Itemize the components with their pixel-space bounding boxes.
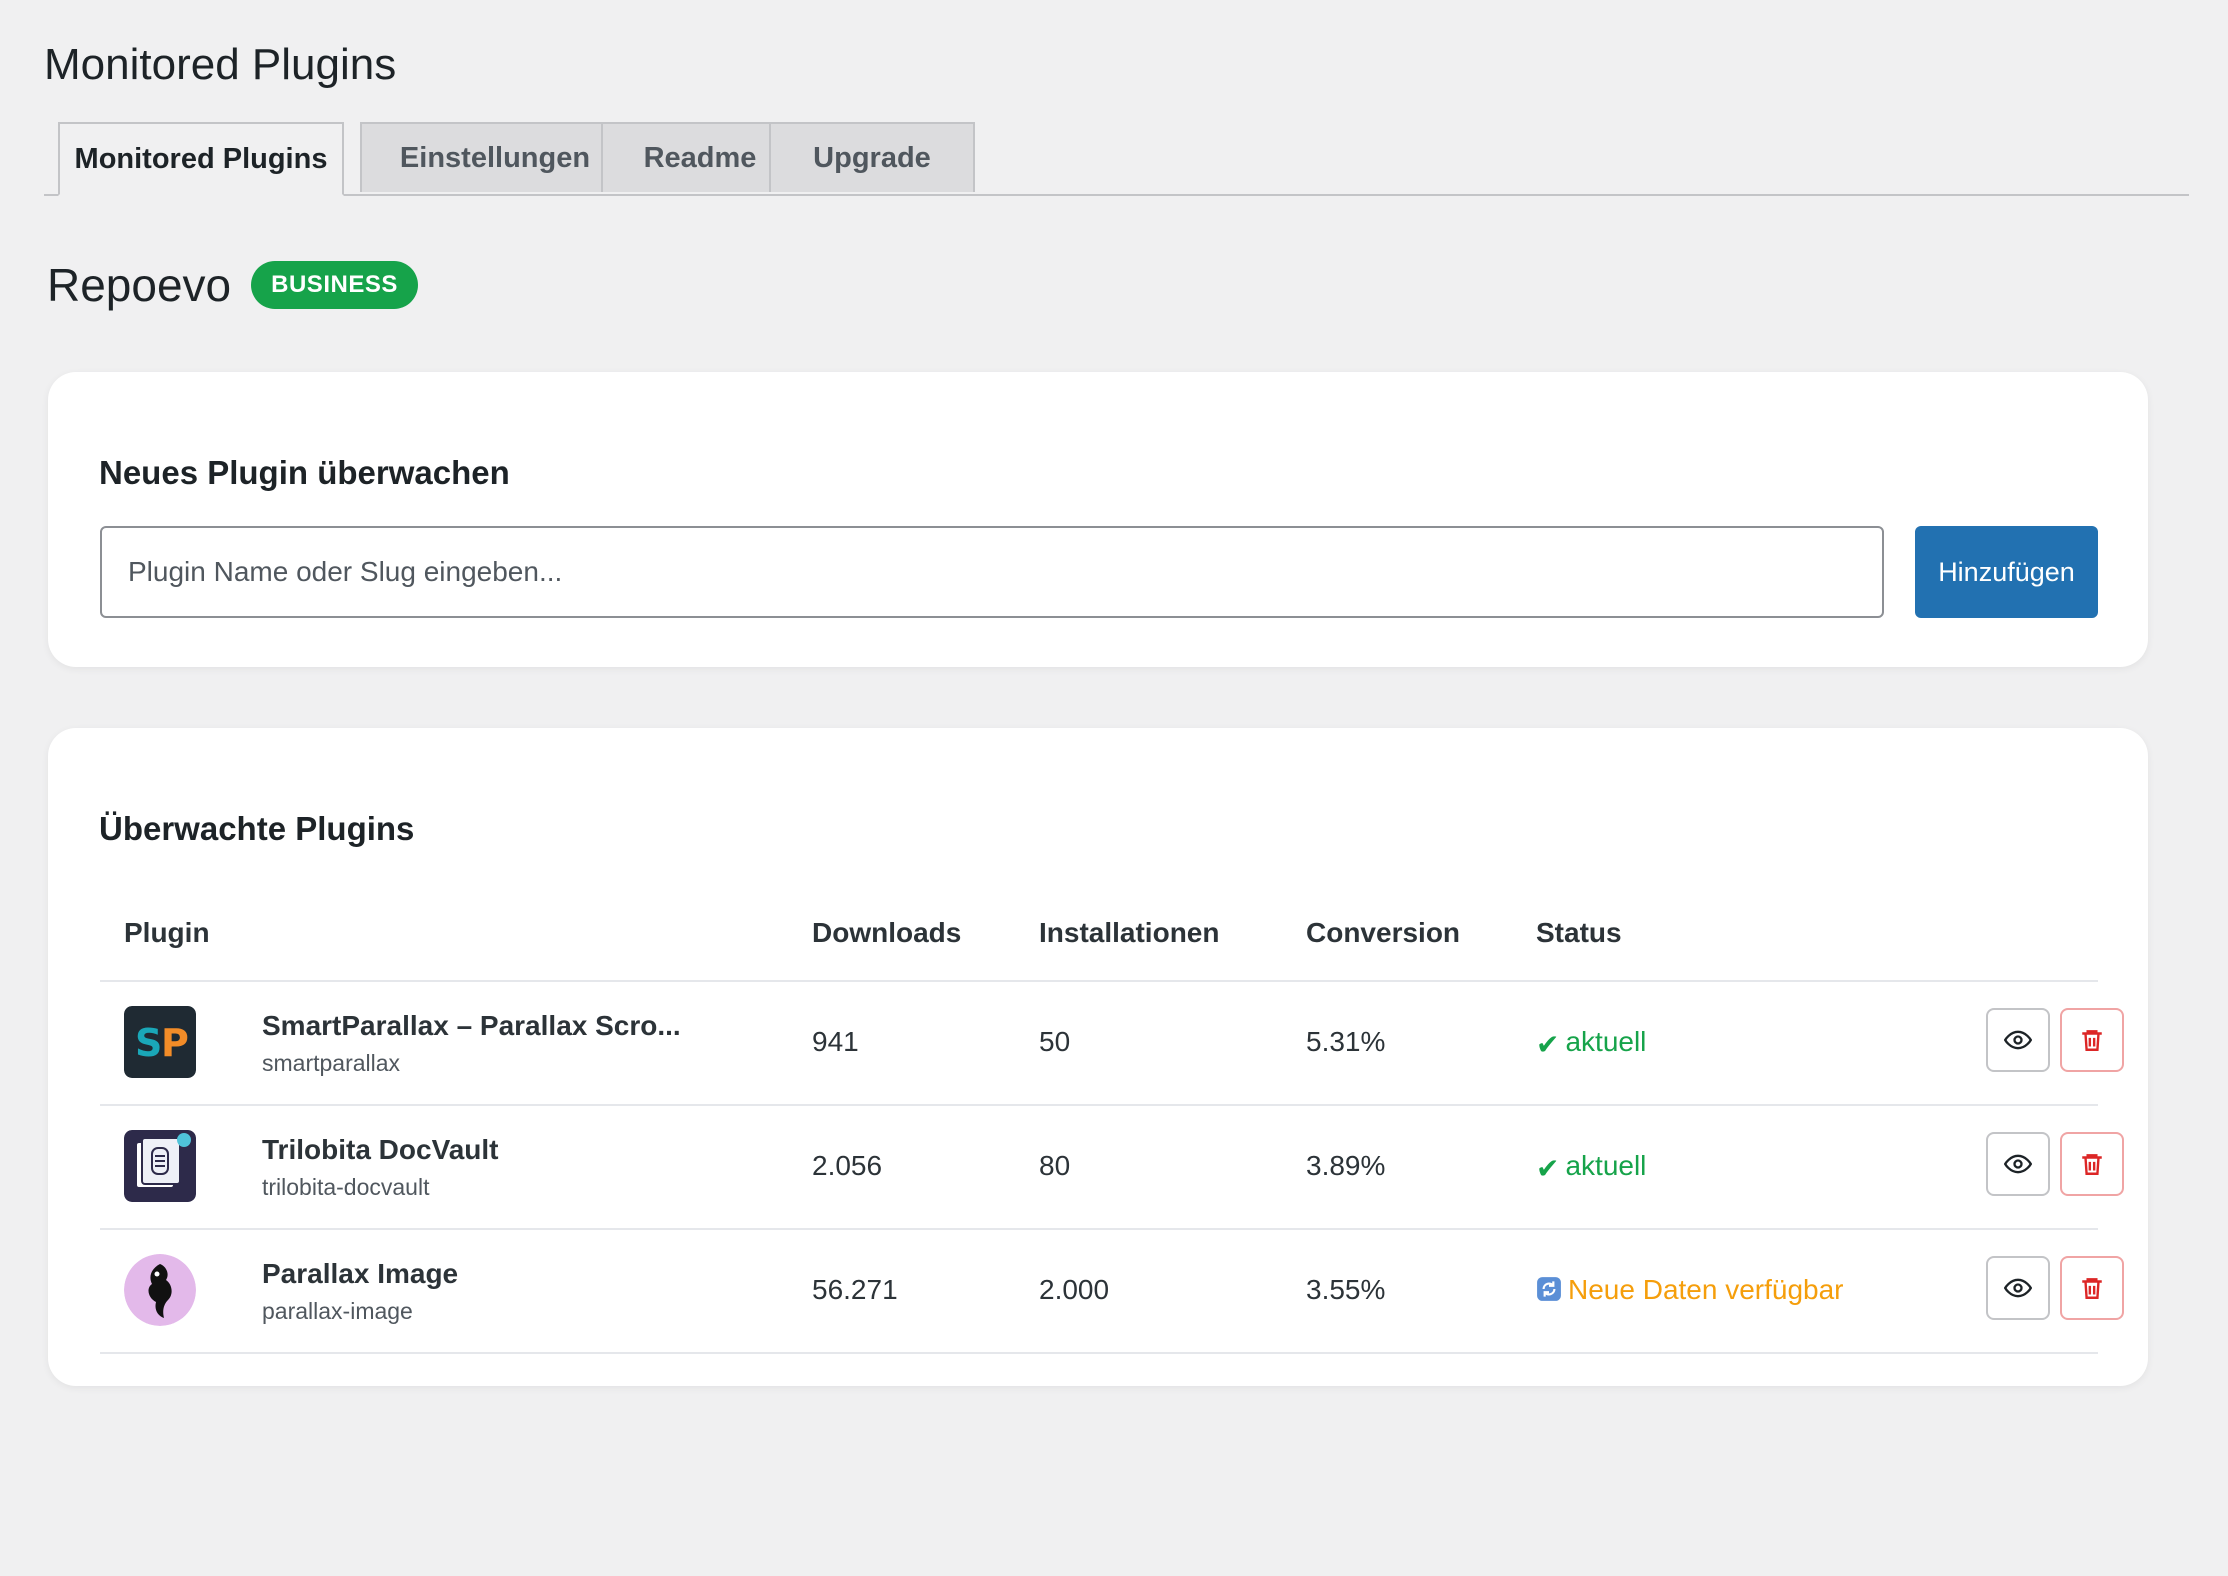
smartparallax-logo-icon: S P [124, 1006, 196, 1078]
plugin-search-input[interactable] [100, 526, 1884, 618]
plugin-name[interactable]: SmartParallax – Parallax Scro... [262, 1010, 681, 1042]
column-header-status: Status [1536, 917, 1622, 948]
check-icon: ✔ [1536, 1153, 1560, 1184]
column-header-installs: Installationen [1039, 917, 1220, 948]
tab-upgrade[interactable]: Upgrade [769, 122, 975, 192]
eye-icon [2004, 1154, 2032, 1174]
trash-icon [2082, 1278, 2102, 1299]
column-header-conversion: Conversion [1306, 917, 1461, 948]
tab-bar: Monitored Plugins Einstellungen Readme U… [44, 122, 2189, 196]
docvault-logo-icon [124, 1130, 196, 1202]
monitored-plugins-title: Überwachte Plugins [99, 810, 415, 847]
table-row: Parallax Image parallax-image 56.271 2.0… [100, 1230, 2124, 1354]
plugin-slug: trilobita-docvault [262, 1174, 430, 1200]
view-button[interactable] [1986, 1132, 2050, 1196]
check-icon: ✔ [1536, 1029, 1560, 1060]
table-row: Trilobita DocVault trilobita-docvault 2.… [100, 1106, 2124, 1230]
view-button[interactable] [1986, 1256, 2050, 1320]
status-cell: Neue Daten verfügbar [1536, 1274, 1844, 1309]
parallax-image-logo-icon [124, 1254, 196, 1326]
add-plugin-button[interactable]: Hinzufügen [1915, 526, 2098, 618]
delete-button[interactable] [2060, 1008, 2124, 1072]
table-header: Plugin Downloads Installationen Conversi… [100, 880, 2098, 982]
installs-value: 2.000 [1039, 1274, 1110, 1305]
plugin-name[interactable]: Trilobita DocVault [262, 1134, 498, 1166]
downloads-value: 56.271 [812, 1274, 898, 1305]
table-row: S P SmartParallax – Parallax Scro... sma… [100, 982, 2124, 1106]
svg-text:S: S [135, 1021, 162, 1065]
delete-button[interactable] [2060, 1132, 2124, 1196]
plugin-slug: smartparallax [262, 1050, 401, 1076]
column-header-downloads: Downloads [812, 917, 962, 948]
downloads-value: 2.056 [812, 1150, 883, 1181]
brand-name: Repoevo [47, 259, 232, 311]
plan-badge: BUSINESS [251, 261, 418, 309]
monitored-plugins-card: Überwachte Plugins Plugin Downloads Inst… [48, 728, 2148, 1386]
conversion-value: 5.31% [1306, 1026, 1386, 1057]
tab-monitored-plugins[interactable]: Monitored Plugins [58, 122, 344, 196]
trash-icon [2082, 1030, 2102, 1051]
downloads-value: 941 [812, 1026, 859, 1057]
add-plugin-card: Neues Plugin überwachen Hinzufügen [48, 372, 2148, 667]
status-text: aktuell [1565, 1026, 1647, 1057]
trash-icon [2082, 1154, 2102, 1175]
add-plugin-title: Neues Plugin überwachen [99, 454, 510, 491]
conversion-value: 3.55% [1306, 1274, 1386, 1305]
tab-einstellungen[interactable]: Einstellungen [360, 122, 630, 192]
status-cell: ✔ aktuell [1536, 1026, 1646, 1061]
conversion-value: 3.89% [1306, 1150, 1386, 1181]
brand-header: Repoevo BUSINESS [47, 258, 418, 312]
page-title: Monitored Plugins [44, 40, 397, 89]
status-cell: ✔ aktuell [1536, 1150, 1646, 1185]
eye-icon [2004, 1278, 2032, 1298]
refresh-icon [1536, 1276, 1562, 1309]
plugin-name[interactable]: Parallax Image [262, 1258, 458, 1290]
column-header-plugin: Plugin [124, 917, 210, 948]
status-text: aktuell [1565, 1150, 1647, 1181]
installs-value: 50 [1039, 1026, 1071, 1057]
svg-text:P: P [161, 1021, 189, 1065]
installs-value: 80 [1039, 1150, 1071, 1181]
status-text: Neue Daten verfügbar [1568, 1274, 1844, 1305]
plugins-table: Plugin Downloads Installationen Conversi… [100, 880, 2124, 1354]
view-button[interactable] [1986, 1008, 2050, 1072]
plugin-slug: parallax-image [262, 1298, 413, 1324]
delete-button[interactable] [2060, 1256, 2124, 1320]
eye-icon [2004, 1030, 2032, 1050]
